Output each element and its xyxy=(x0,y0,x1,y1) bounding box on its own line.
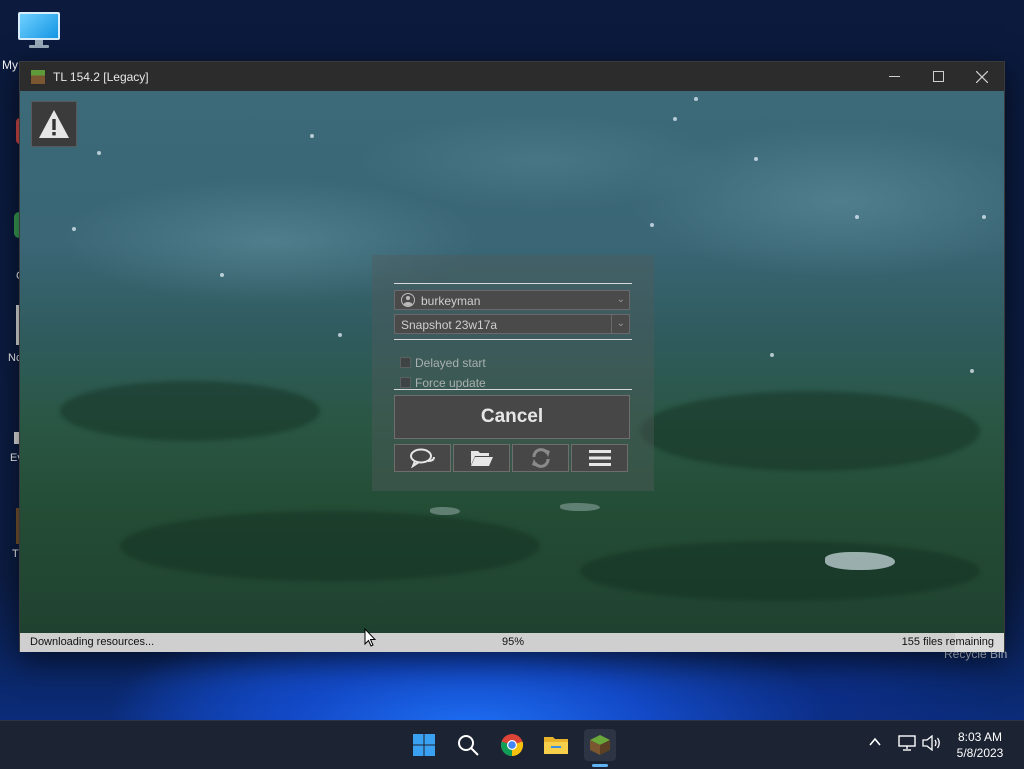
desktop-icon-label: My xyxy=(2,58,18,72)
snow-particle xyxy=(673,117,677,121)
background-scenery xyxy=(825,552,895,570)
snow-particle xyxy=(970,369,974,373)
cancel-button[interactable]: Cancel xyxy=(394,395,630,439)
refresh-button[interactable] xyxy=(512,444,569,472)
snow-particle xyxy=(855,215,859,219)
background-scenery xyxy=(580,541,980,601)
launcher-window: TL 154.2 [Legacy] burkeyman ⌄ Snapshot 2… xyxy=(19,61,1005,652)
snow-particle xyxy=(982,215,986,219)
folder-button[interactable] xyxy=(453,444,510,472)
file-explorer-button[interactable] xyxy=(540,729,572,761)
search-icon xyxy=(458,735,479,756)
window-title: TL 154.2 [Legacy] xyxy=(53,70,149,84)
search-button[interactable] xyxy=(452,729,484,761)
show-hidden-icons-button[interactable] xyxy=(868,735,882,752)
maximize-button[interactable] xyxy=(916,62,960,91)
maximize-icon xyxy=(932,71,944,82)
clock-time: 8:03 AM xyxy=(957,730,1003,744)
checkbox-label: Delayed start xyxy=(415,356,486,370)
progress-percent: 95% xyxy=(502,636,525,648)
chevron-down-icon: ⌄ xyxy=(616,294,625,305)
snow-particle xyxy=(754,157,758,161)
title-bar[interactable]: TL 154.2 [Legacy] xyxy=(20,62,1004,91)
snow-particle xyxy=(694,97,698,101)
status-text: Downloading resources... xyxy=(30,636,155,648)
start-button[interactable] xyxy=(408,729,440,761)
warning-icon xyxy=(39,110,69,138)
version-select[interactable]: Snapshot 23w17a ⌄ xyxy=(394,314,630,334)
download-progress-bar: Downloading resources... 95% 155 files r… xyxy=(20,633,1004,652)
warning-button[interactable] xyxy=(31,101,77,147)
progress-fill xyxy=(20,633,955,652)
background-scenery xyxy=(640,391,980,471)
clock-date: 5/8/2023 xyxy=(956,746,1004,760)
active-app-indicator xyxy=(592,764,608,767)
background-scenery xyxy=(560,503,600,511)
account-select[interactable]: burkeyman ⌄ xyxy=(394,290,630,310)
version-name: Snapshot 23w17a xyxy=(401,318,498,332)
launcher-background: burkeyman ⌄ Snapshot 23w17a ⌄ Delayed st… xyxy=(20,91,1004,633)
tlauncher-icon xyxy=(30,69,46,85)
tlauncher-taskbar-button[interactable] xyxy=(584,729,616,761)
panel-divider xyxy=(394,283,632,284)
mouse-cursor-icon xyxy=(364,628,376,647)
close-button[interactable] xyxy=(960,62,1004,91)
taskbar: 8:03 AM 5/8/2023 xyxy=(0,720,1024,769)
panel-divider xyxy=(394,339,632,340)
chevron-down-icon: ⌄ xyxy=(616,318,625,329)
refresh-icon xyxy=(531,448,550,468)
snow-particle xyxy=(310,134,314,138)
this-pc-icon[interactable] xyxy=(18,12,60,48)
checkbox-box[interactable] xyxy=(400,357,411,368)
folder-icon xyxy=(470,451,493,466)
file-explorer-icon xyxy=(544,737,568,754)
checkbox-box[interactable] xyxy=(400,377,411,388)
snow-particle xyxy=(97,151,101,155)
network-button[interactable] xyxy=(898,735,916,754)
close-icon xyxy=(976,70,988,83)
tlauncher-icon xyxy=(590,735,610,755)
snow-particle xyxy=(650,223,654,227)
background-scenery xyxy=(120,511,540,581)
menu-button[interactable] xyxy=(571,444,628,472)
chat-icon xyxy=(409,448,435,468)
user-icon xyxy=(401,293,415,307)
snow-particle xyxy=(338,333,342,337)
clock[interactable]: 8:03 AM 5/8/2023 xyxy=(948,729,1012,761)
panel-divider xyxy=(394,389,632,390)
chrome-button[interactable] xyxy=(496,729,528,761)
checkbox-label: Force update xyxy=(415,376,486,390)
menu-icon xyxy=(588,450,611,466)
minimize-button[interactable] xyxy=(872,62,916,91)
background-scenery xyxy=(60,381,320,441)
files-remaining: 155 files remaining xyxy=(901,636,994,648)
snow-particle xyxy=(220,273,224,277)
snow-particle xyxy=(72,227,76,231)
minimize-icon xyxy=(888,76,900,77)
start-icon xyxy=(413,734,435,756)
volume-icon xyxy=(922,734,940,752)
chat-button[interactable] xyxy=(394,444,451,472)
desktop-icon-label: T xyxy=(12,548,19,560)
background-scenery xyxy=(430,507,460,515)
network-icon xyxy=(898,735,916,751)
select-divider xyxy=(611,315,612,333)
login-panel: burkeyman ⌄ Snapshot 23w17a ⌄ Delayed st… xyxy=(372,255,654,491)
account-name: burkeyman xyxy=(421,294,481,308)
volume-button[interactable] xyxy=(922,734,942,754)
chrome-icon xyxy=(500,734,524,757)
snow-particle xyxy=(770,353,774,357)
chevron-up-icon xyxy=(869,737,881,746)
